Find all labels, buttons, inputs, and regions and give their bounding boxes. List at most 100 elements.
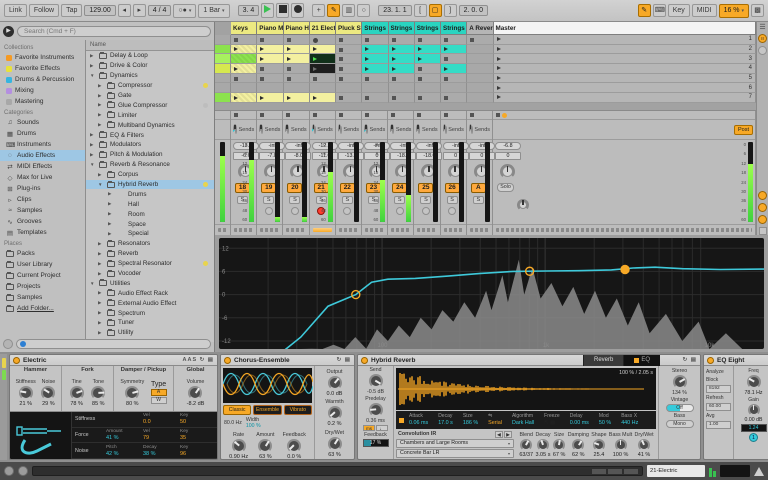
clip-slot[interactable] (441, 93, 468, 103)
clip-slot[interactable] (257, 83, 284, 94)
scene-slot[interactable]: 2 (493, 44, 756, 55)
clip-slot[interactable] (257, 93, 284, 103)
clip-slot[interactable] (283, 35, 310, 45)
scene-slot[interactable]: 7 (493, 93, 756, 103)
band-enable-button[interactable]: 1 (749, 433, 758, 442)
param-knob[interactable] (231, 439, 246, 453)
expand-arrow-icon[interactable]: ▶ (98, 290, 104, 296)
clip-slot[interactable] (388, 83, 415, 94)
track-header[interactable]: Strings Laye (441, 22, 468, 35)
follow-button[interactable]: Follow (28, 4, 60, 17)
expand-arrow-icon[interactable]: ▶ (90, 152, 96, 158)
param-noise[interactable]: Noise 29 % (41, 379, 56, 407)
clip-slot[interactable] (441, 35, 468, 45)
clip-slot[interactable] (231, 83, 258, 94)
analyze-label[interactable]: Analyze (706, 369, 731, 375)
hybrid-knob-param[interactable]: Decay 3.05 s (535, 432, 550, 458)
ir-file-dropdown[interactable]: Concrete Bar LR ▾ (396, 449, 514, 458)
mod-cell-value[interactable]: 0.0 (143, 419, 180, 425)
mode-button[interactable]: Classic (223, 405, 252, 415)
clip-slot[interactable] (336, 93, 363, 103)
mod-cell-value[interactable]: 35 (180, 435, 217, 441)
stop-button[interactable] (276, 3, 290, 18)
clip-slot[interactable] (336, 73, 363, 84)
clip-slot[interactable] (467, 64, 494, 74)
tree-item[interactable]: ▶ Resonators (86, 239, 214, 249)
solo-button[interactable]: S (446, 196, 458, 204)
clip-slot[interactable] (257, 44, 284, 55)
cpu-meter[interactable]: 16 % ▾ (718, 3, 749, 18)
clip-slot[interactable] (441, 83, 468, 94)
predelay-sync-button[interactable]: ♩ (376, 425, 388, 431)
send-a-knob[interactable] (390, 123, 394, 136)
stereo-knob[interactable] (672, 375, 687, 389)
expand-arrow-icon[interactable]: ▶ (90, 142, 96, 148)
clip-slot[interactable] (362, 54, 389, 65)
stop-clips-button[interactable] (365, 113, 370, 117)
stop-clips-button[interactable] (234, 113, 238, 117)
clip-slot[interactable] (283, 93, 310, 103)
clip-slot[interactable] (336, 44, 363, 55)
device-title-bar[interactable]: Electric AAS ↻ ▤ (10, 355, 217, 366)
device-extra-icons[interactable]: ↻ ▤ (683, 357, 697, 363)
loop-start-field[interactable]: 23. 1. 1 (378, 5, 412, 16)
tree-column-header[interactable]: Name (86, 40, 214, 51)
stop-clips-button[interactable] (260, 113, 265, 117)
time-signature-field[interactable]: 4 / 4 (147, 5, 172, 16)
sidebar-item-category[interactable]: ⇄ MIDI Effects (0, 161, 85, 172)
clip-slot[interactable] (414, 64, 441, 74)
clip-slot[interactable] (388, 35, 415, 45)
hybrid-knob-param[interactable]: Dry/Wet 41 % (635, 432, 654, 458)
clip-slot[interactable] (362, 64, 389, 74)
track-activator-button[interactable]: 22 (339, 183, 355, 193)
solo-button[interactable]: S (341, 196, 353, 204)
freeze-buttons[interactable]: Freeze ⇱ ▩ (539, 413, 565, 427)
device-on-icon[interactable] (224, 356, 231, 364)
hybrid-param[interactable]: Mod 50 % (594, 413, 616, 427)
solo-button[interactable]: S (289, 196, 301, 204)
clip-slot[interactable] (283, 44, 310, 55)
sidebar-item-place[interactable]: Packs (0, 248, 85, 259)
feedback-field[interactable]: 17 % (362, 439, 389, 447)
clip-slot[interactable] (414, 83, 441, 94)
search-input[interactable]: Search (Cmd + F) (17, 26, 211, 37)
mod-cell[interactable] (106, 413, 143, 425)
mod-cell[interactable]: Key 96 (180, 445, 217, 457)
crossfade-assign[interactable] (417, 228, 437, 232)
clip-slot[interactable] (336, 83, 363, 94)
tree-item[interactable]: ▶ Limiter (86, 110, 214, 120)
hybrid-knob-param[interactable]: Bass Mult 100 % (609, 432, 632, 458)
track-header[interactable]: Strings High (414, 22, 441, 35)
tree-item[interactable]: ▶ Delay & Loop (86, 51, 214, 61)
track-activator-button[interactable]: 24 (392, 183, 408, 193)
solo-button[interactable]: S (263, 196, 275, 204)
hybrid-knob-param[interactable]: Damping 62 % (568, 432, 589, 458)
track-activator-button[interactable]: 19 (261, 183, 277, 193)
scrollbar-handle[interactable] (758, 227, 767, 235)
io-indicator-icon[interactable]: II (758, 34, 767, 43)
track-activator-button[interactable]: 25 (418, 183, 434, 193)
capture-midi-button[interactable]: ○ (357, 4, 371, 17)
clip-slot[interactable] (283, 73, 310, 84)
punch-out-button[interactable]: ] (443, 4, 457, 17)
loop-button[interactable]: ▢ (428, 4, 442, 17)
clip-slot[interactable] (467, 44, 494, 55)
tree-item[interactable]: ▶ Hall (86, 199, 214, 209)
hybrid-param[interactable]: Attack 0.06 ms (404, 413, 433, 427)
param-tone[interactable]: Tone 85 % (91, 379, 106, 407)
mod-cell[interactable]: Pitch 42 % (106, 445, 143, 457)
scene-slot[interactable]: 6 (493, 83, 756, 94)
sidebar-item-place[interactable]: Samples (0, 292, 85, 303)
tree-item[interactable]: ▶ Gate (86, 91, 214, 101)
chorus-param[interactable]: Dry/Wet 63 % (325, 430, 344, 458)
volume-knob[interactable] (188, 385, 203, 400)
clip-slot[interactable] (283, 83, 310, 94)
volume-field[interactable]: -13.5 (337, 152, 364, 160)
track-header[interactable]: Piano Main (257, 22, 284, 35)
tree-item[interactable]: ▶ Tuner (86, 318, 214, 328)
clip-slot[interactable] (388, 44, 415, 55)
tree-item[interactable]: ▶ Pitch & Modulation (86, 150, 214, 160)
tree-item[interactable]: ▶ Spectrum (86, 308, 214, 318)
tree-item[interactable]: ▶ Vocoder (86, 269, 214, 279)
session-record-button[interactable]: ✎ (327, 4, 341, 17)
